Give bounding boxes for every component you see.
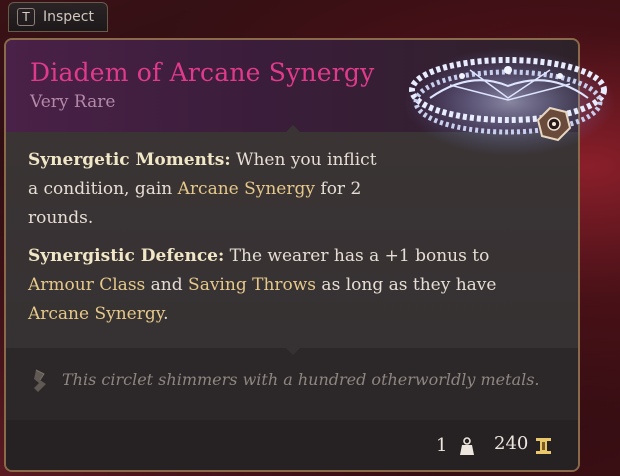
keyword-saving-throws[interactable]: Saving Throws <box>188 275 316 295</box>
item-rarity: Very Rare <box>30 92 116 112</box>
property-text: The wearer has a +1 bonus to <box>224 246 490 266</box>
diadem-item-image <box>404 48 616 156</box>
keyword-armour-class[interactable]: Armour Class <box>28 275 145 295</box>
item-stats-footer <box>6 420 578 470</box>
weight-value: 1 <box>436 435 448 456</box>
keyword-arcane-synergy[interactable]: Arcane Synergy <box>28 304 163 324</box>
inspect-key-badge: T <box>17 8 35 26</box>
property-synergetic-moments: Synergetic Moments: When you inflict a c… <box>28 146 388 233</box>
flavor-text: This circlet shimmers with a hundred oth… <box>62 370 540 389</box>
keyword-arcane-synergy[interactable]: Arcane Synergy <box>178 179 315 199</box>
inspect-label: Inspect <box>43 9 94 25</box>
property-synergistic-defence: Synergistic Defence: The wearer has a +1… <box>28 242 508 329</box>
inspect-tab[interactable]: T Inspect <box>8 2 108 32</box>
gold-coin-icon <box>536 438 551 454</box>
property-title: Synergistic Defence: <box>28 246 225 266</box>
item-name: Diadem of Arcane Synergy <box>30 58 375 87</box>
scroll-quill-icon <box>34 369 46 392</box>
property-text: as long as they have <box>316 275 497 295</box>
weight-icon <box>460 437 474 455</box>
property-text: and <box>145 275 189 295</box>
price-value: 240 <box>494 433 529 454</box>
property-text: . <box>163 304 169 324</box>
property-title: Synergetic Moments: <box>28 150 231 170</box>
